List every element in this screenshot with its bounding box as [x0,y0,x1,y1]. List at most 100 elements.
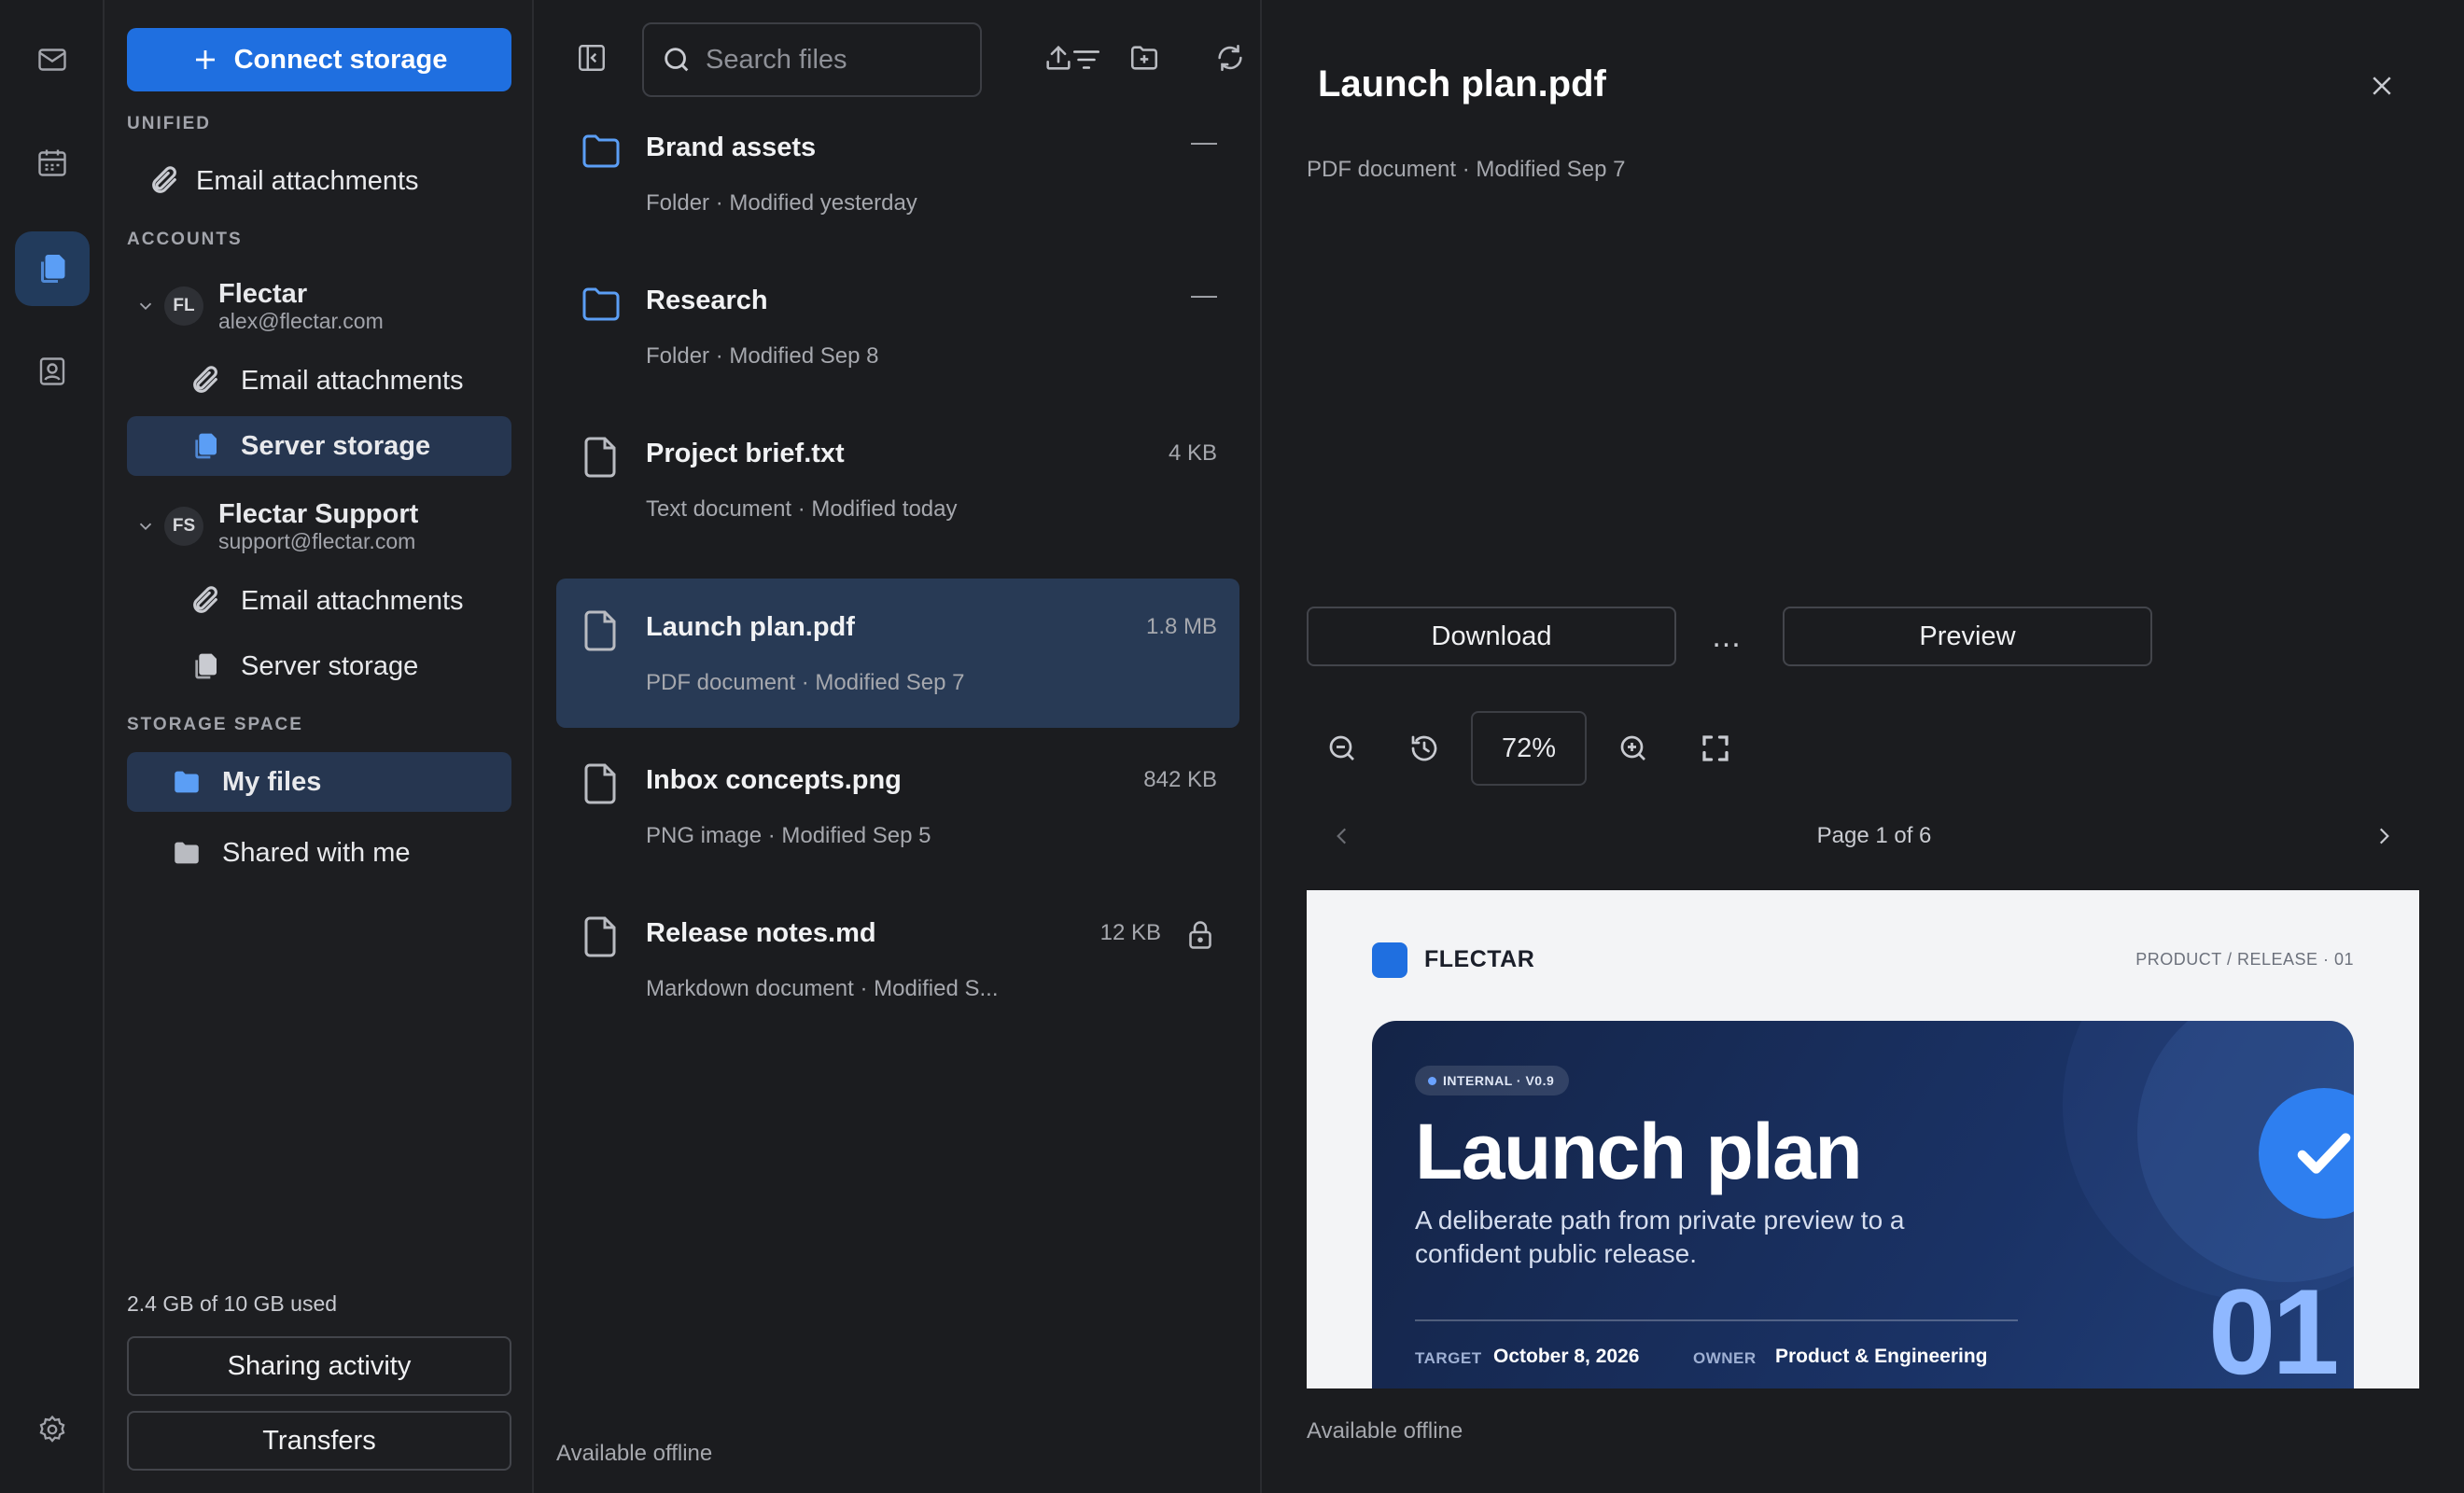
search-box[interactable] [642,22,1100,97]
file-icon [579,435,623,480]
sidebar-item-support-server-storage[interactable]: Server storage [127,636,511,696]
contacts-icon [35,355,69,388]
folder-plus-icon [1128,42,1160,74]
contacts-nav-button[interactable] [15,334,90,409]
avatar: FS [164,507,203,546]
section-label-unified: UNIFIED [127,114,211,133]
reset-zoom-button[interactable] [1394,719,1454,778]
file-name: Inbox concepts.png [646,765,902,795]
fullscreen-icon [1699,732,1732,765]
doc-heading: Launch plan [1415,1108,1863,1195]
offline-status: Available offline [556,1441,713,1466]
calendar-icon [35,146,69,179]
sidebar-item-support-email-attachments[interactable]: Email attachments [127,571,511,631]
file-name: Brand assets [646,133,817,162]
sidebar-toggle-icon [576,42,608,74]
gear-icon [36,1414,68,1445]
next-page-button[interactable] [2363,816,2404,857]
close-button[interactable] [2359,63,2404,108]
preview-button[interactable]: Preview [1783,607,2152,666]
fullscreen-button[interactable] [1686,719,1745,778]
doc-crumb: PRODUCT / RELEASE · 01 [2135,950,2354,969]
avatar: FL [164,286,203,326]
list-item-selected[interactable]: Launch plan.pdf 1.8 MB PDF document · Mo… [556,579,1239,728]
paperclip-icon [187,582,224,620]
folder-icon [579,282,623,327]
file-meta: PNG image · Modified Sep 5 [646,823,931,848]
download-button[interactable]: Download [1307,607,1676,666]
refresh-button[interactable] [1200,28,1260,88]
account-name: Flectar Support [218,499,419,529]
settings-button[interactable] [15,1392,90,1467]
list-item[interactable]: Brand assets — Folder · Modified yesterd… [556,99,1239,248]
sharing-activity-button[interactable]: Sharing activity [127,1336,511,1396]
zoom-out-icon [1325,732,1359,765]
transfers-button[interactable]: Transfers [127,1411,511,1471]
connect-storage-button[interactable]: Connect storage [127,28,511,91]
sidebar-item-label: Server storage [241,650,419,681]
sidebar-item-label: Email attachments [241,365,464,396]
doc-target-value: October 8, 2026 [1493,1346,1640,1367]
more-icon: ... [1712,618,1742,654]
doc-target-key: TARGET [1415,1349,1482,1367]
file-icon [579,914,623,959]
account-email: support@flectar.com [218,529,416,553]
sidebar-item-unified-email-attachments[interactable]: Email attachments [127,151,511,211]
toggle-sidebar-button[interactable] [562,28,622,88]
folder-icon [579,129,623,174]
history-icon [1407,732,1441,765]
account-header-flectar-support[interactable]: FS Flectar Support support@flectar.com [127,493,511,560]
list-item[interactable]: Research — Folder · Modified Sep 8 [556,252,1239,401]
files-icon [187,427,224,465]
storage-usage: 2.4 GB of 10 GB used [127,1291,338,1316]
sidebar-item-flectar-email-attachments[interactable]: Email attachments [127,351,511,411]
new-folder-button[interactable] [1114,28,1174,88]
mail-nav-button[interactable] [15,22,90,97]
section-label-accounts: ACCOUNTS [127,230,243,249]
zoom-in-button[interactable] [1603,719,1663,778]
file-size: 1.8 MB [1145,614,1217,639]
doc-owner-value: Product & Engineering [1775,1346,1988,1367]
divider [1415,1319,2018,1321]
files-icon [187,648,224,685]
sidebar-item-flectar-server-storage[interactable]: Server storage [127,416,511,476]
file-name: Launch plan.pdf [646,612,855,642]
brand-logo [1372,942,1407,978]
file-list-pane: Brand assets — Folder · Modified yesterd… [534,0,1262,1493]
file-name: Project brief.txt [646,439,845,468]
zoom-level-field[interactable]: 72% [1471,711,1587,786]
folder-icon [168,763,205,801]
list-item[interactable]: Project brief.txt 4 KB Text document · M… [556,405,1239,554]
paperclip-icon [187,362,224,399]
sidebar-item-my-files[interactable]: My files [127,752,511,812]
file-size: 12 KB [1099,920,1161,945]
chevron-down-icon[interactable] [127,296,164,316]
calendar-nav-button[interactable] [15,125,90,200]
account-name: Flectar [218,279,308,309]
document-preview[interactable]: FLECTAR PRODUCT / RELEASE · 01 INTERNAL … [1307,890,2419,1388]
sidebar-item-label: Server storage [241,430,431,461]
sidebar-item-shared-with-me[interactable]: Shared with me [127,823,511,883]
more-options-button[interactable]: ... [1697,607,1757,666]
offline-status: Available offline [1307,1418,1463,1444]
file-meta: Text document · Modified today [646,496,958,522]
chevron-down-icon[interactable] [127,516,164,537]
list-item[interactable]: Release notes.md 12 KB Markdown document… [556,885,1239,1034]
plus-icon [191,46,219,74]
upload-button[interactable] [1029,28,1088,88]
account-header-flectar[interactable]: FL Flectar alex@flectar.com [127,272,511,340]
paperclip-icon [146,162,183,200]
doc-number: 01 [2208,1263,2340,1388]
detail-pane: Launch plan.pdf PDF document · Modified … [1262,0,2464,1493]
account-email: alex@flectar.com [218,309,384,333]
upload-icon [1043,42,1074,74]
list-item[interactable]: Inbox concepts.png 842 KB PNG image · Mo… [556,732,1239,881]
zoom-out-button[interactable] [1312,719,1372,778]
sidebar-item-label: Email attachments [196,165,419,196]
doc-owner-key: OWNER [1693,1349,1757,1367]
search-input[interactable] [706,44,1057,76]
file-meta: Folder · Modified yesterday [646,190,917,216]
app-rail [0,0,105,1493]
zoom-in-icon [1617,732,1650,765]
files-nav-button[interactable] [15,231,90,306]
